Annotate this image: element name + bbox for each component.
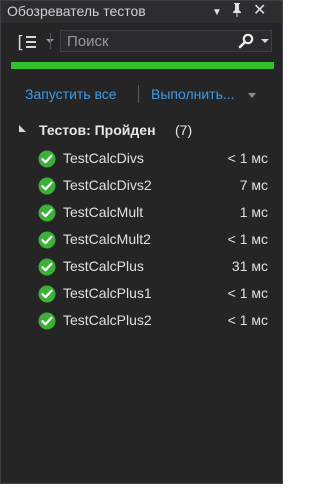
search-options-icon[interactable] xyxy=(261,39,269,43)
dropdown-icon[interactable]: ▼ xyxy=(212,4,222,22)
test-row[interactable]: TestCalcPlus 31 мс xyxy=(1,254,282,281)
group-by-icon: [ xyxy=(15,33,26,53)
test-list: TestCalcDivs < 1 мс TestCalcDivs2 7 мс TestC… xyxy=(1,146,282,335)
chevron-down-icon[interactable] xyxy=(248,93,256,98)
check-circle-icon xyxy=(38,258,56,276)
search-input[interactable] xyxy=(67,32,217,50)
window-title: Обозреватель тестов xyxy=(7,3,146,19)
test-name: TestCalcDivs2 xyxy=(63,177,152,193)
test-duration: 1 мс xyxy=(239,204,268,220)
test-name: TestCalcPlus2 xyxy=(63,312,152,328)
test-row[interactable]: TestCalcPlus1 < 1 мс xyxy=(1,281,282,308)
close-icon[interactable]: ✕ xyxy=(253,2,266,20)
progress-fill xyxy=(11,62,274,69)
divider xyxy=(138,85,139,103)
test-duration: 31 мс xyxy=(231,258,268,274)
search-toolbar: [ xyxy=(1,25,282,59)
test-row[interactable]: TestCalcDivs < 1 мс xyxy=(1,146,282,173)
title-bar: Обозреватель тестов ▼ ✕ xyxy=(1,1,282,23)
search-box xyxy=(50,30,272,52)
test-duration: 7 мс xyxy=(239,177,268,193)
group-count: (7) xyxy=(175,122,193,138)
test-duration: < 1 мс xyxy=(227,312,268,328)
test-explorer-panel: Обозреватель тестов ▼ ✕ [ Запуст xyxy=(0,0,283,484)
test-duration: < 1 мс xyxy=(227,285,268,301)
test-row[interactable]: TestCalcPlus2 < 1 мс xyxy=(1,308,282,335)
progress-bar xyxy=(11,62,274,69)
search-icon[interactable] xyxy=(237,33,255,49)
test-row[interactable]: TestCalcDivs2 7 мс xyxy=(1,173,282,200)
run-all-link[interactable]: Запустить все xyxy=(25,86,117,102)
test-name: TestCalcPlus1 xyxy=(63,285,152,301)
test-name: TestCalcPlus xyxy=(63,258,144,274)
check-circle-icon xyxy=(38,285,56,303)
group-title: Тестов: Пройден xyxy=(39,122,156,138)
test-name: TestCalcMult xyxy=(63,204,144,220)
test-row[interactable]: TestCalcMult2 < 1 мс xyxy=(1,227,282,254)
action-bar: Запустить все Выполнить... xyxy=(1,83,282,107)
check-circle-icon xyxy=(38,204,56,222)
check-circle-icon xyxy=(38,177,56,195)
test-name: TestCalcMult2 xyxy=(63,231,151,247)
test-duration: < 1 мс xyxy=(227,150,268,166)
test-duration: < 1 мс xyxy=(227,231,268,247)
test-group-header[interactable]: Тестов: Пройден (7) xyxy=(1,119,282,141)
run-link[interactable]: Выполнить... xyxy=(151,86,235,102)
check-circle-icon xyxy=(38,231,56,249)
test-row[interactable]: TestCalcMult 1 мс xyxy=(1,200,282,227)
pin-icon[interactable] xyxy=(231,2,243,22)
collapse-triangle-icon[interactable] xyxy=(19,125,26,132)
check-circle-icon xyxy=(38,312,56,330)
check-circle-icon xyxy=(38,150,56,168)
test-name: TestCalcDivs xyxy=(63,150,144,166)
group-by-button[interactable]: [ xyxy=(15,33,37,53)
